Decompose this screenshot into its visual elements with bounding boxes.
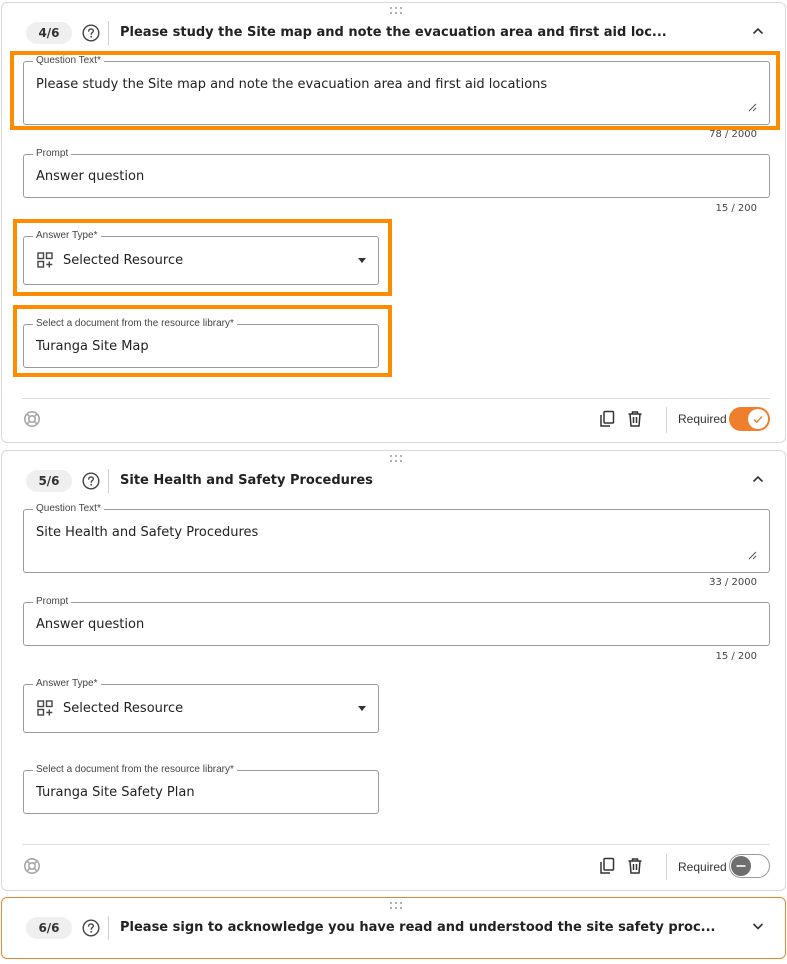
- prompt-label: Prompt: [33, 596, 72, 608]
- footer-vertical-divider: [666, 407, 667, 433]
- question-text-counter: 33 / 2000: [709, 577, 757, 588]
- trash-icon[interactable]: [626, 857, 644, 875]
- prompt-counter: 15 / 200: [715, 651, 757, 662]
- footer-vertical-divider: [666, 854, 667, 880]
- grid-add-icon: [37, 700, 53, 716]
- question-header[interactable]: 6/6 Please sign to acknowledge you have …: [2, 898, 785, 940]
- highlight-document: [13, 305, 392, 377]
- caret-down-icon: [358, 706, 366, 711]
- trash-icon[interactable]: [626, 410, 644, 428]
- copy-icon[interactable]: [598, 857, 616, 875]
- document-value: Turanga Site Safety Plan: [36, 785, 195, 800]
- question-title: Please sign to acknowledge you have read…: [120, 920, 716, 935]
- help-circle-icon[interactable]: [82, 24, 100, 42]
- question-text-label: Question Text*: [33, 503, 104, 515]
- toggle-knob: [748, 409, 768, 429]
- question-text-counter: 78 / 2000: [709, 129, 757, 140]
- prompt-counter: 15 / 200: [715, 203, 757, 214]
- header-divider: [108, 469, 109, 493]
- question-header[interactable]: 5/6 Site Health and Safety Procedures: [2, 451, 785, 493]
- copy-icon[interactable]: [598, 410, 616, 428]
- resize-handle-icon[interactable]: [748, 551, 757, 560]
- answer-type-select[interactable]: Answer Type* Selected Resource: [23, 678, 379, 733]
- help-circle-icon[interactable]: [82, 472, 100, 490]
- prompt-value: Answer question: [36, 617, 145, 632]
- header-divider: [108, 916, 109, 940]
- answer-type-label: Answer Type*: [33, 678, 101, 690]
- question-text-field[interactable]: Question Text* Site Health and Safety Pr…: [23, 503, 770, 573]
- required-toggle[interactable]: [729, 407, 770, 431]
- question-title: Please study the Site map and note the e…: [120, 25, 667, 40]
- question-title: Site Health and Safety Procedures: [120, 473, 373, 488]
- help-circle-icon[interactable]: [82, 919, 100, 937]
- prompt-field[interactable]: Prompt Answer question: [23, 148, 770, 198]
- highlight-question-text: [10, 51, 780, 130]
- answer-type-value: Selected Resource: [63, 701, 184, 716]
- required-label: Required: [678, 860, 727, 874]
- question-number-badge: 4/6: [26, 22, 72, 44]
- required-label: Required: [678, 412, 727, 426]
- lifebuoy-icon[interactable]: [23, 410, 41, 428]
- prompt-field[interactable]: Prompt Answer question: [23, 596, 770, 646]
- highlight-answer-type: [13, 219, 392, 296]
- question-text-value: Site Health and Safety Procedures: [36, 525, 259, 540]
- footer-divider: [22, 844, 770, 845]
- document-label: Select a document from the resource libr…: [33, 764, 237, 776]
- required-toggle[interactable]: [729, 854, 770, 878]
- prompt-value: Answer question: [36, 169, 145, 184]
- footer-divider: [22, 398, 770, 399]
- minus-icon: [736, 865, 746, 867]
- chevron-down-icon[interactable]: [751, 921, 765, 931]
- question-number-badge: 5/6: [26, 470, 72, 492]
- prompt-label: Prompt: [33, 148, 72, 160]
- chevron-up-icon[interactable]: [751, 26, 765, 36]
- header-divider: [108, 21, 109, 45]
- chevron-up-icon[interactable]: [751, 474, 765, 484]
- question-card-5: 5/6 Site Health and Safety Procedures Qu…: [1, 450, 786, 891]
- toggle-knob: [731, 856, 751, 876]
- document-select-field[interactable]: Select a document from the resource libr…: [23, 764, 379, 814]
- question-number-badge: 6/6: [26, 917, 72, 939]
- question-card-6[interactable]: 6/6 Please sign to acknowledge you have …: [1, 897, 786, 959]
- question-header[interactable]: 4/6 Please study the Site map and note t…: [2, 3, 785, 45]
- check-icon: [753, 415, 763, 424]
- lifebuoy-icon[interactable]: [23, 857, 41, 875]
